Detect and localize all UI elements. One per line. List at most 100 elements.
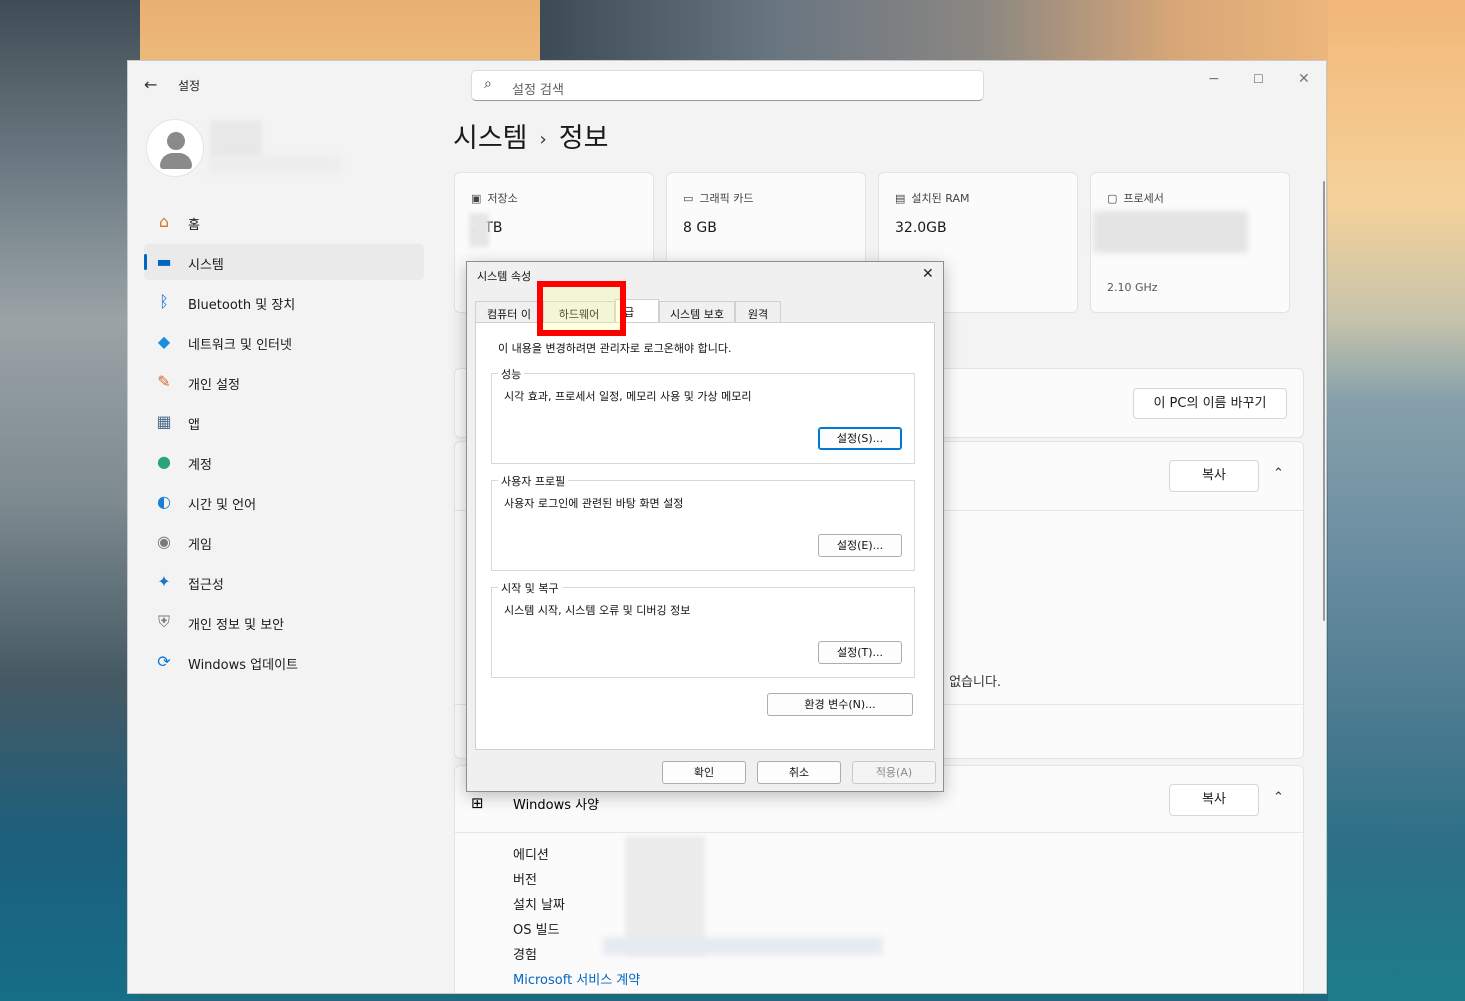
spec-label: OS 빌드 [513, 923, 560, 938]
sidebar-item-6[interactable]: ● 계정 [144, 444, 424, 480]
brush-icon: ✎ [157, 372, 171, 391]
copy-device-specs-button[interactable]: 복사 [1169, 460, 1259, 492]
collapse-chevron-icon[interactable]: ⌃ [1273, 790, 1284, 805]
startup-recovery-settings-button[interactable]: 설정(T)... [818, 641, 902, 664]
bluetooth-icon: ᛒ [159, 292, 169, 311]
globe-clock-icon: ◐ [157, 492, 171, 511]
dialog-title: 시스템 속성 [477, 270, 532, 283]
rename-pc-button[interactable]: 이 PC의 이름 바꾸기 [1133, 388, 1287, 419]
redacted-experience-value [603, 937, 883, 955]
accessibility-icon: ✦ [157, 572, 171, 591]
apps-icon: ▦ [156, 412, 172, 431]
graphics-icon: ▭ [683, 192, 694, 205]
spec-label: 설치 날짜 [513, 898, 565, 913]
spec-label: 경험 [513, 948, 537, 963]
startup-recovery-group: 시작 및 복구 시스템 시작, 시스템 오류 및 디버깅 정보 설정(T)... [491, 580, 915, 678]
sidebar-item-0[interactable]: ⌂ 홈 [144, 204, 424, 240]
system-icon: ▬ [156, 252, 172, 271]
tab-remote[interactable]: 원격 [735, 301, 781, 323]
sidebar-nav: ⌂ 홈 ▬ 시스템 ᛒ Bluetooth 및 장치 ◆ 네트워크 및 인터넷 ✎ 개인 설정 ▦ 앱… [144, 204, 424, 684]
sidebar-item-label: 앱 [188, 418, 200, 433]
desktop-wallpaper [0, 0, 140, 1001]
sidebar-item-label: 개인 정보 및 보안 [188, 618, 285, 633]
sidebar-item-label: 개인 설정 [188, 378, 240, 393]
sidebar-item-label: 네트워크 및 인터넷 [188, 338, 292, 353]
home-icon: ⌂ [158, 212, 170, 231]
search-input[interactable]: ⌕ 설정 검색 [471, 70, 984, 101]
performance-settings-button[interactable]: 설정(S)... [818, 427, 902, 450]
breadcrumb-parent[interactable]: 시스템 [453, 123, 528, 154]
windows-logo-icon: ⊞ [471, 794, 484, 812]
storage-icon: ▣ [471, 192, 482, 205]
gamepad-icon: ◉ [157, 532, 171, 551]
copy-windows-spec-button[interactable]: 복사 [1169, 784, 1259, 816]
advanced-tab-panel: 이 내용을 변경하려면 관리자로 로그온해야 합니다. 성능 시각 효과, 프로… [475, 322, 935, 750]
dialog-close-icon[interactable]: ✕ [922, 266, 934, 282]
sidebar-item-3[interactable]: ◆ 네트워크 및 인터넷 [144, 324, 424, 360]
tab-computer-name[interactable]: 컴퓨터 이 [475, 301, 543, 323]
sidebar-item-label: 시간 및 언어 [188, 498, 257, 513]
sidebar-item-label: 계정 [188, 458, 212, 473]
processor-icon: ▢ [1107, 192, 1118, 205]
desktop-wallpaper-right [1328, 0, 1465, 1001]
tab-system-protection[interactable]: 시스템 보호 [659, 301, 735, 323]
sidebar-item-label: 홈 [188, 218, 200, 233]
ram-icon: ▤ [895, 192, 906, 205]
sidebar-item-2[interactable]: ᛒ Bluetooth 및 장치 [144, 284, 424, 320]
startup-recovery-desc: 시스템 시작, 시스템 오류 및 디버깅 정보 [504, 604, 691, 617]
service-agreement-link[interactable]: Microsoft 서비스 계약 [513, 969, 640, 988]
sidebar-item-11[interactable]: ⟳ Windows 업데이트 [144, 644, 424, 680]
update-icon: ⟳ [157, 652, 171, 671]
card-processor: ▢프로세서i7-147002.10 GHz [1090, 172, 1290, 313]
card-title: 프로세서 [1123, 192, 1164, 205]
avatar [146, 119, 204, 177]
wifi-icon: ◆ [157, 332, 171, 351]
apply-button[interactable]: 적용(A) [852, 761, 936, 784]
sidebar-item-4[interactable]: ✎ 개인 설정 [144, 364, 424, 400]
ok-button[interactable]: 확인 [662, 761, 746, 784]
title-bar: ← 설정 ⌕ 설정 검색 − ☐ ✕ [128, 61, 1326, 109]
environment-variables-button[interactable]: 환경 변수(N)... [767, 693, 913, 716]
sidebar-item-8[interactable]: ◉ 게임 [144, 524, 424, 560]
sidebar-item-10[interactable]: ⛨ 개인 정보 및 보안 [144, 604, 424, 640]
account-icon: ● [157, 452, 171, 471]
cancel-button[interactable]: 취소 [757, 761, 841, 784]
system-properties-dialog: 시스템 속성 ✕ 컴퓨터 이 하드웨어 급 시스템 보호 원격 이 내용을 변경… [466, 261, 944, 792]
windows-spec-panel: ⊞ Windows 사양 복사 ⌃ [454, 765, 1304, 993]
card-title: 설치된 RAM [911, 192, 970, 205]
performance-label: 성능 [498, 366, 525, 382]
card-title: 그래픽 카드 [699, 192, 754, 205]
search-placeholder: 설정 검색 [512, 83, 564, 98]
close-button[interactable]: ✕ [1298, 71, 1310, 87]
scrollbar[interactable] [1323, 181, 1325, 621]
admin-note: 이 내용을 변경하려면 관리자로 로그온해야 합니다. [498, 342, 732, 355]
performance-desc: 시각 효과, 프로세서 일정, 메모리 사용 및 가상 메모리 [504, 390, 752, 403]
sidebar-item-7[interactable]: ◐ 시간 및 언어 [144, 484, 424, 520]
card-value: 32.0GB [895, 220, 947, 236]
sidebar-item-label: 게임 [188, 538, 212, 553]
sidebar-item-label: 시스템 [188, 258, 224, 273]
shield-icon: ⛨ [157, 612, 170, 631]
redacted-storage [469, 213, 489, 247]
user-profiles-settings-button[interactable]: 설정(E)... [818, 534, 902, 557]
app-title: 설정 [178, 79, 201, 93]
sidebar-item-label: 접근성 [188, 578, 224, 593]
sidebar-item-9[interactable]: ✦ 접근성 [144, 564, 424, 600]
user-profiles-label: 사용자 프로필 [498, 473, 569, 489]
performance-group: 성능 시각 효과, 프로세서 일정, 메모리 사용 및 가상 메모리 설정(S)… [491, 366, 915, 464]
windows-spec-title: Windows 사양 [513, 798, 600, 813]
card-subvalue: 2.10 GHz [1107, 281, 1158, 294]
breadcrumb-chevron-icon: › [539, 129, 547, 150]
redacted-email [210, 157, 340, 173]
user-profile[interactable] [146, 119, 356, 183]
sidebar-item-5[interactable]: ▦ 앱 [144, 404, 424, 440]
minimize-button[interactable]: − [1208, 71, 1220, 87]
maximize-button[interactable]: ☐ [1253, 72, 1264, 86]
breadcrumb: 시스템 › 정보 [453, 116, 608, 155]
sidebar-item-label: Windows 업데이트 [188, 658, 299, 673]
sidebar-item-1[interactable]: ▬ 시스템 [144, 244, 424, 280]
annotation-highlight-box [537, 281, 626, 336]
back-arrow-icon[interactable]: ← [144, 75, 157, 94]
redacted-username [210, 121, 262, 157]
collapse-chevron-icon[interactable]: ⌃ [1273, 466, 1284, 481]
